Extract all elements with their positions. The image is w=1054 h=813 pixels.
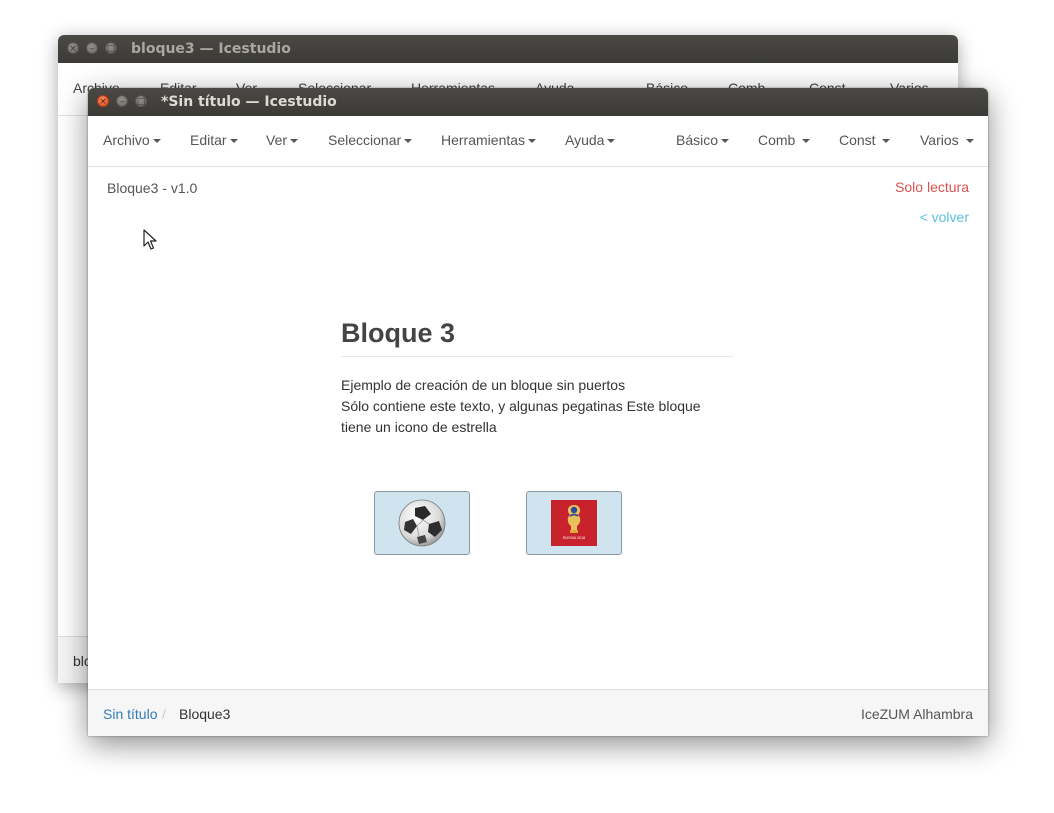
background-window-title: bloque3 — Icestudio [131, 41, 291, 57]
background-titlebar[interactable]: × – □ bloque3 — Icestudio [58, 35, 958, 63]
menu-editar[interactable]: Editar [190, 132, 238, 148]
maximize-icon[interactable]: □ [135, 95, 147, 107]
caret-down-icon [802, 139, 811, 144]
football-ball-icon [398, 499, 446, 547]
caret-down-icon [965, 139, 974, 144]
sticker-football[interactable] [374, 491, 470, 555]
menu-const-label: Const [839, 132, 876, 148]
menu-archivo[interactable]: Archivo [103, 132, 161, 148]
menu-seleccionar-label: Seleccionar [328, 132, 402, 148]
caret-down-icon [290, 139, 299, 144]
caret-down-icon [528, 139, 537, 144]
menubar: Archivo Editar Ver Seleccionar Herramien… [88, 116, 988, 167]
menu-ayuda-label: Ayuda [565, 132, 605, 148]
block-title: Bloque 3 [341, 318, 456, 348]
description-line: Ejemplo de creación de un bloque sin pue… [341, 377, 626, 393]
menu-comb[interactable]: Comb [758, 132, 811, 148]
breadcrumb-separator: / [162, 706, 166, 722]
world-cup-russia-2018-logo: RUSSIA 2018 [551, 500, 597, 546]
caret-down-icon [229, 139, 238, 144]
caret-down-icon [607, 139, 616, 144]
readonly-label: Solo lectura [895, 179, 969, 195]
divider [341, 356, 733, 357]
maximize-icon[interactable]: □ [105, 42, 117, 54]
block-description: Ejemplo de creación de un bloque sin pue… [341, 375, 733, 438]
breadcrumb-current: Bloque3 [179, 706, 231, 722]
menu-editar-label: Editar [190, 132, 227, 148]
minimize-icon[interactable]: – [116, 95, 128, 107]
menu-seleccionar[interactable]: Seleccionar [328, 132, 413, 148]
main-titlebar[interactable]: × – □ *Sin título — Icestudio [88, 88, 988, 116]
menu-ver-label: Ver [266, 132, 288, 148]
mouse-pointer-icon [143, 229, 157, 250]
block-info: Bloque 3 Ejemplo de creación de un bloqu… [341, 314, 733, 438]
caret-down-icon [404, 139, 413, 144]
menu-basico-label: Básico [676, 132, 719, 148]
menu-ayuda[interactable]: Ayuda [565, 132, 616, 148]
caret-down-icon [721, 139, 730, 144]
menu-herramientas-label: Herramientas [441, 132, 526, 148]
sticker-world-cup[interactable]: RUSSIA 2018 [526, 491, 622, 555]
breadcrumb-root[interactable]: Sin título [103, 706, 157, 722]
logo-text: RUSSIA 2018 [563, 536, 585, 540]
menu-varios-label: Varios [920, 132, 959, 148]
board-selector[interactable]: IceZUM Alhambra [861, 706, 973, 722]
menu-basico[interactable]: Básico [676, 132, 730, 148]
minimize-icon[interactable]: – [86, 42, 98, 54]
menu-varios[interactable]: Varios [920, 132, 974, 148]
description-line: Sólo contiene este texto, y algunas pega… [341, 398, 701, 414]
menu-herramientas[interactable]: Herramientas [441, 132, 537, 148]
main-window[interactable]: × – □ *Sin título — Icestudio Archivo Ed… [88, 88, 988, 736]
caret-down-icon [152, 139, 161, 144]
menu-ver[interactable]: Ver [266, 132, 299, 148]
block-version: Bloque3 - v1.0 [107, 180, 198, 196]
menu-const[interactable]: Const [839, 132, 891, 148]
window-title: *Sin título — Icestudio [161, 94, 337, 110]
menu-archivo-label: Archivo [103, 132, 150, 148]
close-icon[interactable]: × [97, 95, 109, 107]
caret-down-icon [882, 139, 891, 144]
menu-comb-label: Comb [758, 132, 796, 148]
footer-bar: Sin título / Bloque3 IceZUM Alhambra [88, 689, 988, 736]
description-line: tiene un icono de estrella [341, 419, 497, 435]
close-icon[interactable]: × [67, 42, 79, 54]
back-link[interactable]: < volver [920, 209, 969, 225]
